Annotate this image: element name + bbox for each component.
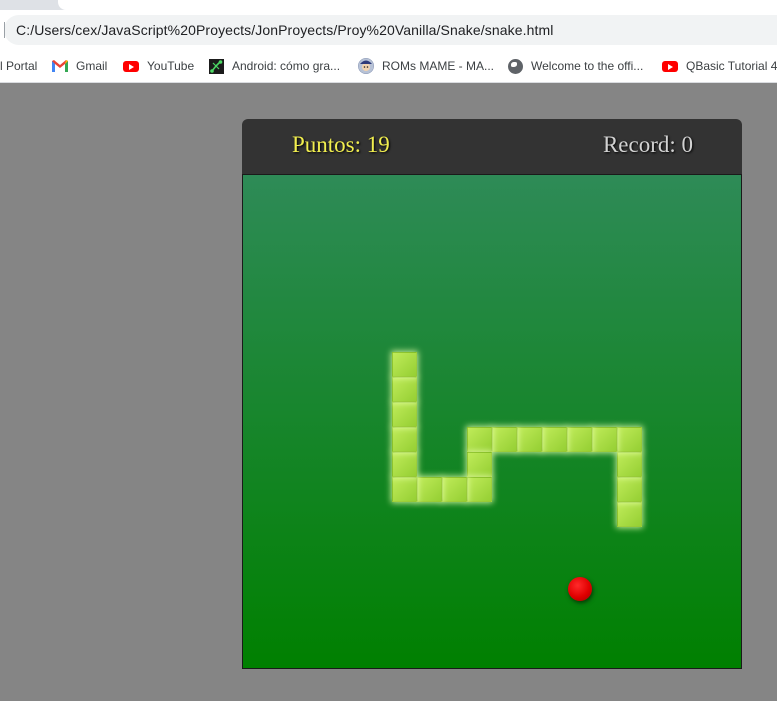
snake-segment: [592, 427, 617, 452]
globe-icon: [508, 58, 523, 74]
snake-segment: [567, 427, 592, 452]
youtube-icon: [662, 60, 678, 72]
snake-segment: [492, 427, 517, 452]
url-field[interactable]: C:/Users/cex/JavaScript%20Proyects/JonPr…: [4, 15, 777, 45]
mame-icon: [358, 58, 374, 74]
score-label: Puntos: 19: [292, 132, 390, 157]
bookmark-portal[interactable]: l Portal: [0, 50, 37, 82]
snake-segment: [392, 477, 417, 502]
tab-strip: [0, 0, 777, 10]
snake-segment: [467, 477, 492, 502]
snake-segment: [517, 427, 542, 452]
food-apple: [568, 577, 592, 601]
bookmark-label: YouTube: [147, 59, 195, 73]
bookmark-qbasic[interactable]: QBasic Tutorial 47: [662, 50, 777, 82]
snake-segment: [617, 477, 642, 502]
url-separator: [4, 22, 5, 38]
bookmark-gmail[interactable]: Gmail: [52, 50, 107, 82]
score-bar: Puntos: 19 Record: 0: [242, 119, 742, 175]
snake-segment: [392, 377, 417, 402]
snake-head: [617, 502, 642, 527]
address-bar: C:/Users/cex/JavaScript%20Proyects/JonPr…: [0, 10, 777, 50]
bookmark-label: l Portal: [0, 59, 38, 73]
bookmark-label: Welcome to the offi...: [531, 59, 644, 73]
bookmark-youtube[interactable]: YouTube: [123, 50, 194, 82]
bookmark-label: Gmail: [76, 59, 108, 73]
snake-segment: [467, 452, 492, 477]
game-board[interactable]: [242, 174, 742, 669]
snake-segment: [392, 402, 417, 427]
snake-segment: [467, 427, 492, 452]
bookmark-label: Android: cómo gra...: [232, 59, 341, 73]
active-tab-edge: [58, 0, 777, 10]
snake-segment: [542, 427, 567, 452]
bookmark-label: ROMs MAME - MA...: [382, 59, 494, 73]
bookmarks-bar: l Portal Gmail YouTube Android: cómo gra…: [0, 50, 777, 83]
snake-segment: [617, 427, 642, 452]
snake-segment: [392, 352, 417, 377]
record-label: Record: 0: [602, 132, 693, 157]
snake-segment: [617, 452, 642, 477]
snake-game: Puntos: 19 Record: 0: [242, 119, 742, 669]
snake-segment: [442, 477, 467, 502]
snake-segment: [417, 477, 442, 502]
snake-segment: [392, 427, 417, 452]
url-text[interactable]: C:/Users/cex/JavaScript%20Proyects/JonPr…: [16, 22, 553, 38]
gmail-icon: [52, 60, 68, 72]
youtube-icon: [123, 60, 139, 72]
android-tool-icon: [209, 58, 224, 74]
bookmark-label: QBasic Tutorial 47: [686, 59, 777, 73]
bookmark-mame[interactable]: ROMs MAME - MA...: [358, 50, 494, 82]
bookmark-android[interactable]: Android: cómo gra...: [209, 50, 340, 82]
bookmark-welcome[interactable]: Welcome to the offi...: [508, 50, 643, 82]
snake-segment: [392, 452, 417, 477]
